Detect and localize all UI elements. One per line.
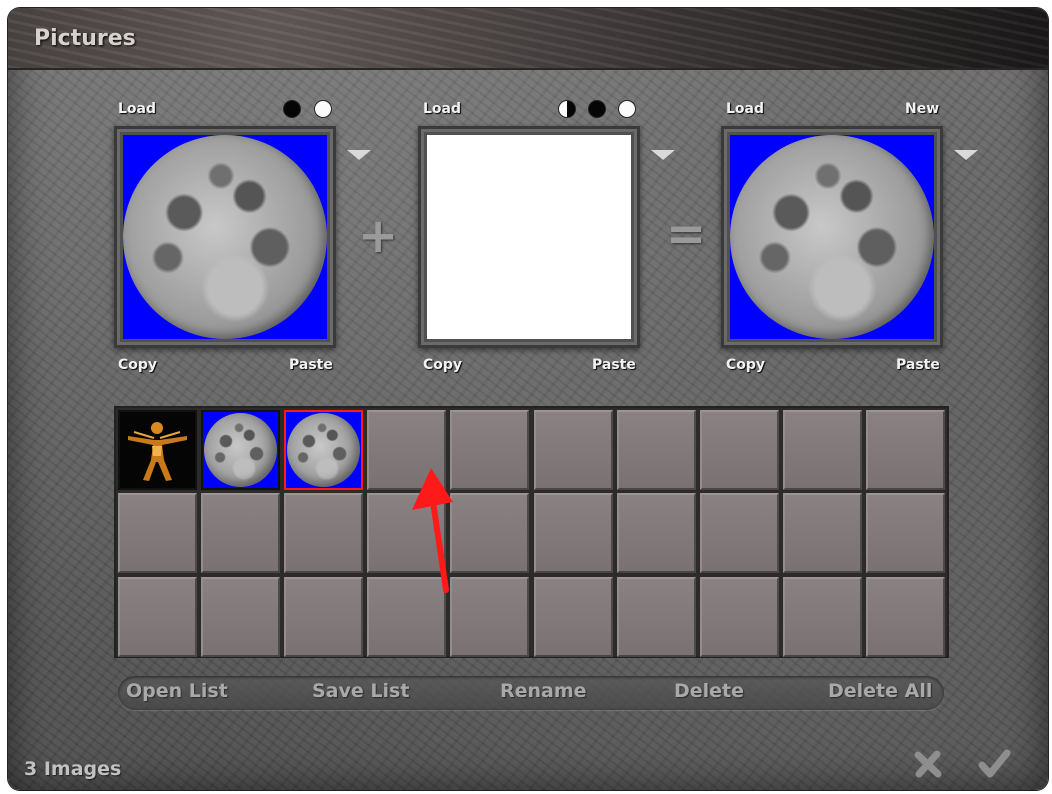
equals-operator-icon: =	[666, 206, 707, 262]
thumbnail-slot[interactable]	[616, 493, 696, 574]
rename-button[interactable]: Rename	[500, 680, 587, 708]
moon-image-icon	[730, 135, 934, 339]
panel2-dropdown-icon[interactable]	[651, 150, 675, 160]
panel1-load-button[interactable]: Load	[118, 101, 156, 117]
open-list-button[interactable]: Open List	[126, 680, 228, 708]
panel3-paste-button[interactable]: Paste	[896, 357, 940, 373]
delete-all-button[interactable]: Delete All	[828, 680, 932, 708]
panel1-paste-button[interactable]: Paste	[289, 357, 333, 373]
thumbnail-slot[interactable]	[118, 493, 197, 574]
thumbnail-slot[interactable]	[533, 493, 613, 574]
thumbnail-grid	[114, 406, 949, 658]
moon-thumbnail-icon	[204, 413, 278, 487]
panel3-dropdown-icon[interactable]	[954, 150, 978, 160]
thumbnail-slot[interactable]	[450, 493, 530, 574]
panel1-mode-dot-white-icon[interactable]	[314, 100, 332, 118]
thumbnail-slot[interactable]	[782, 493, 862, 574]
vitruvian-figure-icon	[128, 422, 187, 481]
panel2-mode-dot-black-icon[interactable]	[588, 100, 606, 118]
thumbnail-slot[interactable]	[284, 576, 364, 657]
thumbnail-slot[interactable]	[865, 576, 945, 657]
confirm-checkmark-icon[interactable]	[976, 746, 1012, 782]
thumbnail-slot[interactable]	[201, 493, 281, 574]
panel1-image	[123, 135, 327, 339]
title-bar: Pictures	[8, 8, 1048, 70]
panel3-image	[730, 135, 934, 339]
cancel-x-icon[interactable]	[910, 746, 946, 782]
thumbnail-slot[interactable]	[699, 493, 779, 574]
thumbnail-slot[interactable]	[782, 576, 862, 657]
thumbnail-slot[interactable]	[616, 410, 696, 490]
thumbnail-slot[interactable]	[865, 410, 945, 490]
thumbnail-item[interactable]	[118, 410, 197, 490]
thumbnail-slot[interactable]	[284, 493, 364, 574]
panel2-copy-button[interactable]: Copy	[423, 357, 462, 373]
panel2-mode-dot-white-icon[interactable]	[618, 100, 636, 118]
pictures-dialog: Pictures Load Copy Paste + Load Copy Pas…	[8, 8, 1048, 790]
panel3-image-frame[interactable]	[721, 126, 943, 348]
thumbnail-slot[interactable]	[367, 576, 447, 657]
panel2-paste-button[interactable]: Paste	[592, 357, 636, 373]
save-list-button[interactable]: Save List	[312, 680, 409, 708]
panel1-mode-dot-black-icon[interactable]	[283, 100, 301, 118]
panel3-copy-button[interactable]: Copy	[726, 357, 765, 373]
moon-thumbnail-icon	[287, 413, 361, 487]
list-button-bar: Open List Save List Rename Delete Delete…	[118, 676, 944, 710]
thumbnail-slot[interactable]	[782, 410, 862, 490]
thumbnail-slot[interactable]	[533, 576, 613, 657]
panel3-load-button[interactable]: Load	[726, 101, 764, 117]
window-title: Pictures	[34, 26, 136, 51]
thumbnail-item[interactable]	[201, 410, 281, 490]
image-count-status: 3 Images	[24, 758, 122, 780]
thumbnail-slot[interactable]	[450, 576, 530, 657]
plus-operator-icon: +	[358, 208, 399, 264]
moon-image-icon	[123, 135, 327, 339]
thumbnail-slot[interactable]	[699, 576, 779, 657]
panel2-load-button[interactable]: Load	[423, 101, 461, 117]
thumbnail-item[interactable]	[284, 410, 364, 490]
thumbnail-slot[interactable]	[450, 410, 530, 490]
thumbnail-slot[interactable]	[118, 576, 197, 657]
panel2-image	[427, 135, 631, 339]
thumbnail-slot[interactable]	[865, 493, 945, 574]
thumbnail-slot[interactable]	[533, 410, 613, 490]
panel1-image-frame[interactable]	[114, 126, 336, 348]
thumbnail-slot[interactable]	[367, 410, 447, 490]
delete-button[interactable]: Delete	[674, 680, 744, 708]
thumbnail-slot[interactable]	[201, 576, 281, 657]
thumbnail-slot[interactable]	[367, 493, 447, 574]
thumbnail-slot[interactable]	[616, 576, 696, 657]
thumbnail-slot[interactable]	[699, 410, 779, 490]
panel2-mode-dot-half-icon[interactable]	[558, 100, 576, 118]
panel1-copy-button[interactable]: Copy	[118, 357, 157, 373]
panel1-dropdown-icon[interactable]	[347, 150, 371, 160]
panel2-image-frame[interactable]	[418, 126, 640, 348]
panel3-new-button[interactable]: New	[905, 101, 939, 117]
